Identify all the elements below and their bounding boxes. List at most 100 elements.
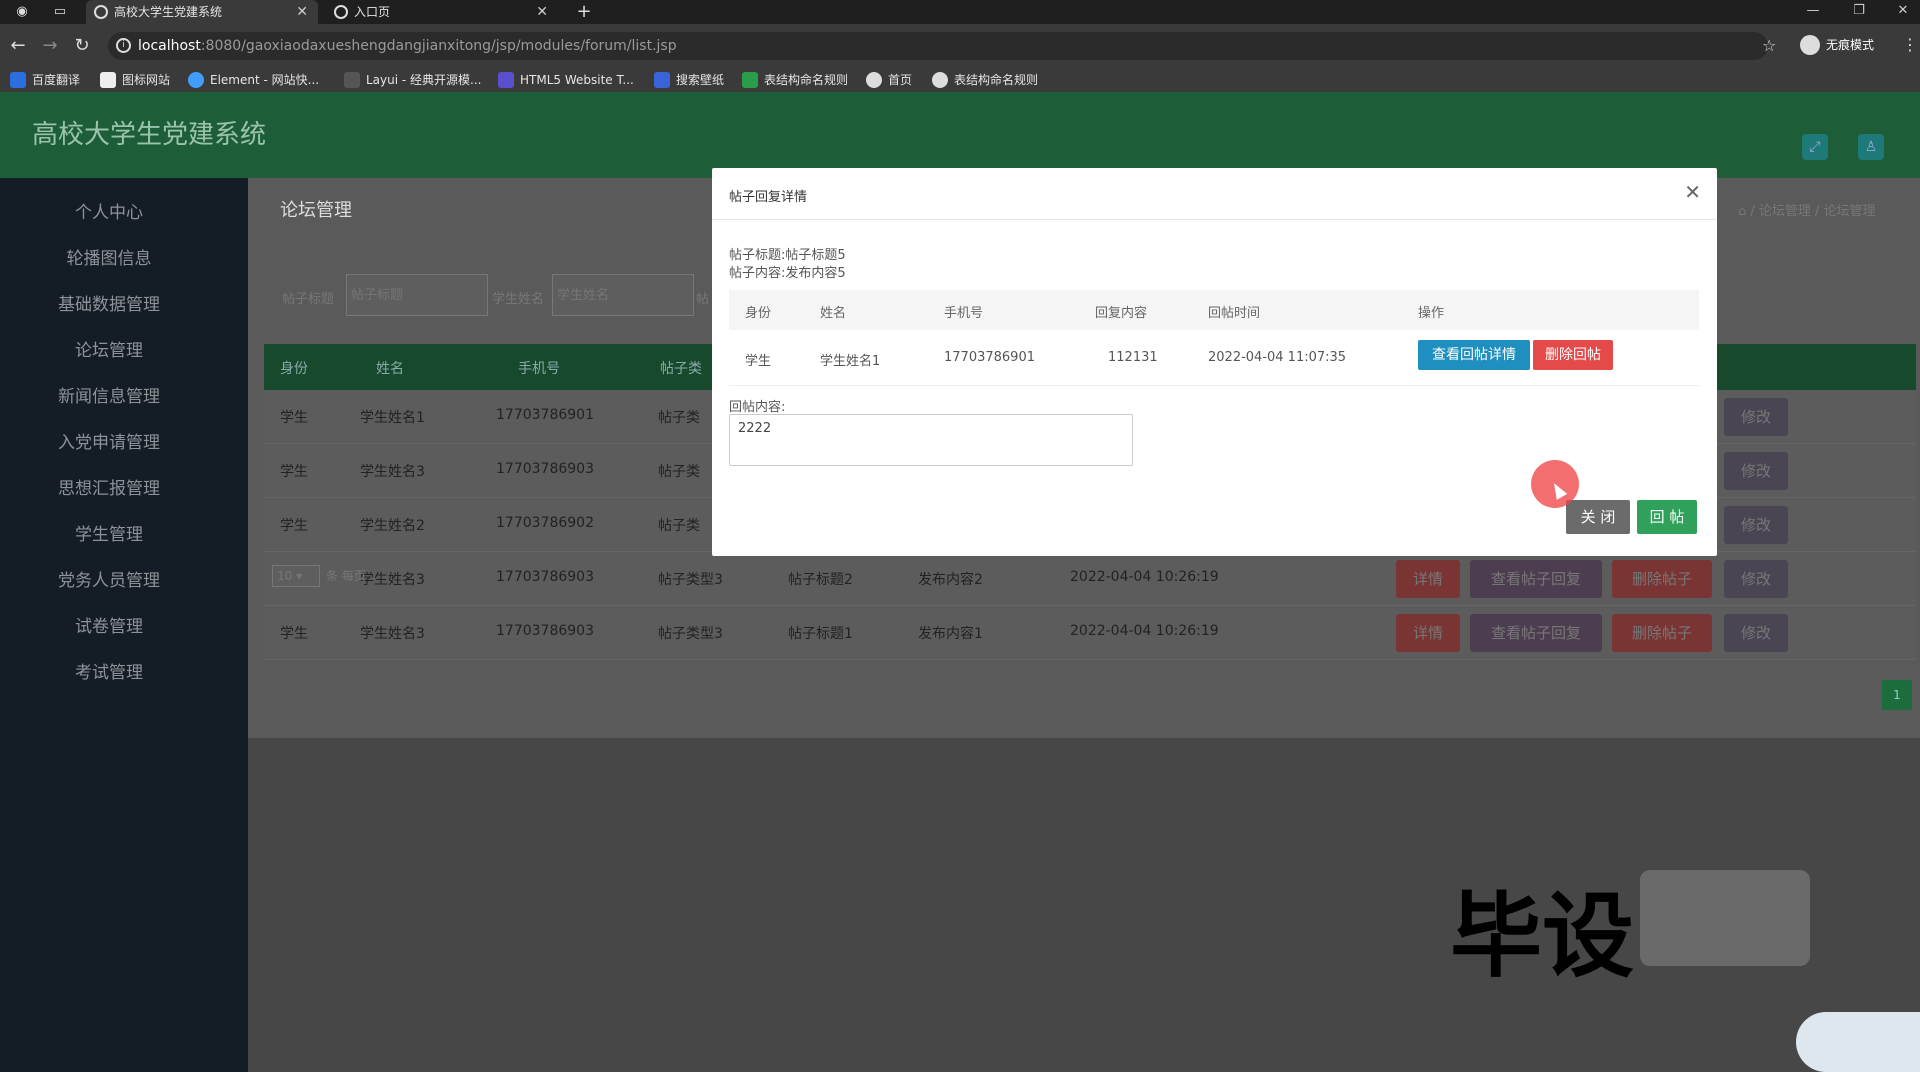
close-tab-icon[interactable]: ✕ [536, 0, 548, 24]
search-name-label: 学生姓名 [492, 292, 545, 307]
cell-type: 帖子类型3 [658, 572, 723, 588]
bookmark-star-icon[interactable]: ☆ [1762, 36, 1776, 55]
post-title-text: 帖子标题:帖子标题5 [729, 248, 846, 263]
edit-button[interactable]: 修改 [1724, 614, 1788, 652]
bookmark-item[interactable]: 表结构命名规则 [742, 71, 848, 89]
cell-phone: 17703786903 [496, 461, 594, 477]
bookmark-label: 搜索壁纸 [676, 73, 725, 87]
bookmark-item[interactable]: HTML5 Website T... [498, 71, 634, 89]
browser-logo-icon: ◉ [16, 4, 28, 19]
bookmark-label: 图标网站 [122, 73, 171, 87]
forward-icon[interactable]: → [40, 36, 60, 56]
tab-overview-icon[interactable]: ▭ [52, 4, 68, 20]
reply-content-label: 回帖内容: [729, 400, 786, 415]
tab-title: 高校大学生党建系统 [114, 5, 223, 19]
tab-entry-page[interactable]: 入口页 ✕ [326, 0, 558, 24]
bookmark-item[interactable]: 图标网站 [100, 71, 170, 89]
new-tab-button[interactable]: + [576, 3, 592, 21]
detail-button[interactable]: 详情 [1396, 560, 1460, 598]
cell-name: 学生姓名3 [360, 464, 425, 480]
cell-reply-content: 112131 [1108, 350, 1158, 365]
sidebar-item-personal-center[interactable]: 个人中心 [0, 190, 218, 236]
floating-widget[interactable] [1796, 1012, 1920, 1072]
page-1-button[interactable]: 1 [1882, 680, 1912, 710]
back-icon[interactable]: ← [8, 36, 28, 56]
bookmark-label: HTML5 Website T... [520, 73, 634, 87]
sidebar-item-exams[interactable]: 考试管理 [0, 650, 218, 696]
search-title-label: 帖子标题 [282, 292, 335, 307]
edit-button[interactable]: 修改 [1724, 506, 1788, 544]
blurred-watermark [1640, 870, 1810, 966]
flag-icon [100, 72, 116, 88]
window-close-icon[interactable]: ✕ [1886, 0, 1920, 22]
search-extra-label: 帖 [696, 292, 710, 307]
reload-icon[interactable]: ↻ [72, 36, 92, 56]
globe-icon [94, 5, 108, 19]
globe-icon [932, 72, 948, 88]
reply-content-textarea[interactable]: 2222 [729, 414, 1133, 466]
cell-time: 2022-04-04 10:26:19 [1070, 569, 1219, 585]
bookmark-item[interactable]: Element - 网站快... [188, 71, 319, 89]
restore-icon[interactable]: ❐ [1842, 0, 1876, 22]
sidebar-item-exam-papers[interactable]: 试卷管理 [0, 604, 218, 650]
search-title-input[interactable] [346, 274, 488, 316]
url-field[interactable]: i localhost:8080/gaoxiaodaxueshengdangji… [108, 32, 1768, 60]
cell-title: 帖子标题1 [788, 626, 853, 642]
modal-header: 帖子回复详情 ✕ [712, 168, 1717, 220]
bookmark-item[interactable]: Layui - 经典开源模... [344, 71, 481, 89]
html5-icon [498, 72, 514, 88]
close-button[interactable]: 关 闭 [1566, 500, 1630, 534]
sidebar-item-thought-report[interactable]: 思想汇报管理 [0, 466, 218, 512]
sidebar-item-party-application[interactable]: 入党申请管理 [0, 420, 218, 466]
browser-menu-icon[interactable]: ⋮ [1902, 35, 1918, 54]
cell-role: 学生 [280, 518, 308, 534]
sidebar-item-base-data[interactable]: 基础数据管理 [0, 282, 218, 328]
view-reply-detail-button[interactable]: 查看回帖详情 [1418, 340, 1530, 370]
table-row: 学生 学生姓名3 17703786903 帖子类型3 帖子标题2 发布内容2 2… [264, 552, 1916, 606]
incognito-indicator[interactable]: 无痕模式 [1800, 34, 1874, 56]
sidebar-item-students[interactable]: 学生管理 [0, 512, 218, 558]
breadcrumb[interactable]: ⌂ / 论坛管理 / 论坛管理 [1738, 200, 1876, 219]
cell-phone: 17703786902 [496, 515, 594, 531]
page-size-label: 条 每页 [326, 569, 366, 583]
sidebar-item-party-staff[interactable]: 党务人员管理 [0, 558, 218, 604]
tab-party-system[interactable]: 高校大学生党建系统 ✕ [86, 0, 318, 24]
cell-phone: 17703786903 [496, 623, 594, 639]
delete-post-button[interactable]: 删除帖子 [1612, 614, 1712, 652]
minimize-icon[interactable]: — [1796, 0, 1830, 22]
view-replies-button[interactable]: 查看帖子回复 [1470, 560, 1602, 598]
search-name-input[interactable] [552, 274, 694, 316]
sidebar-item-carousel[interactable]: 轮播图信息 [0, 236, 218, 282]
translate-icon [10, 72, 26, 88]
reply-button[interactable]: 回 帖 [1637, 500, 1697, 534]
edit-button[interactable]: 修改 [1724, 452, 1788, 490]
edit-button[interactable]: 修改 [1724, 560, 1788, 598]
page-size-select[interactable]: 10 ▾ [272, 565, 320, 587]
delete-post-button[interactable]: 删除帖子 [1612, 560, 1712, 598]
bookmark-label: 表结构命名规则 [954, 73, 1039, 87]
bookmark-item[interactable]: 表结构命名规则 [932, 71, 1038, 89]
user-icon[interactable]: ♙ [1858, 134, 1884, 160]
globe-icon [334, 5, 348, 19]
edit-button[interactable]: 修改 [1724, 398, 1788, 436]
view-replies-button[interactable]: 查看帖子回复 [1470, 614, 1602, 652]
browser-address-bar: ← → ↻ i localhost:8080/gaoxiaodaxuesheng… [0, 24, 1920, 68]
detail-button[interactable]: 详情 [1396, 614, 1460, 652]
cell-type: 帖子类 [658, 410, 700, 426]
sidebar-item-forum[interactable]: 论坛管理 [0, 328, 218, 374]
bookmark-item[interactable]: 首页 [866, 71, 912, 89]
delete-reply-button[interactable]: 删除回帖 [1533, 340, 1613, 370]
cell-role: 学生 [745, 354, 772, 369]
sidebar-item-news[interactable]: 新闻信息管理 [0, 374, 218, 420]
cell-role: 学生 [280, 410, 308, 426]
sheet-icon [742, 72, 758, 88]
close-tab-icon[interactable]: ✕ [296, 0, 308, 24]
bookmark-label: 百度翻译 [32, 73, 81, 87]
bookmark-item[interactable]: 百度翻译 [10, 71, 80, 89]
fullscreen-icon[interactable]: ⤢ [1802, 134, 1828, 160]
bookmark-item[interactable]: 搜索壁纸 [654, 71, 724, 89]
site-info-icon[interactable]: i [116, 38, 131, 53]
cell-type: 帖子类型3 [658, 626, 723, 642]
modal-close-icon[interactable]: ✕ [1684, 180, 1701, 204]
modal-title: 帖子回复详情 [729, 190, 808, 205]
